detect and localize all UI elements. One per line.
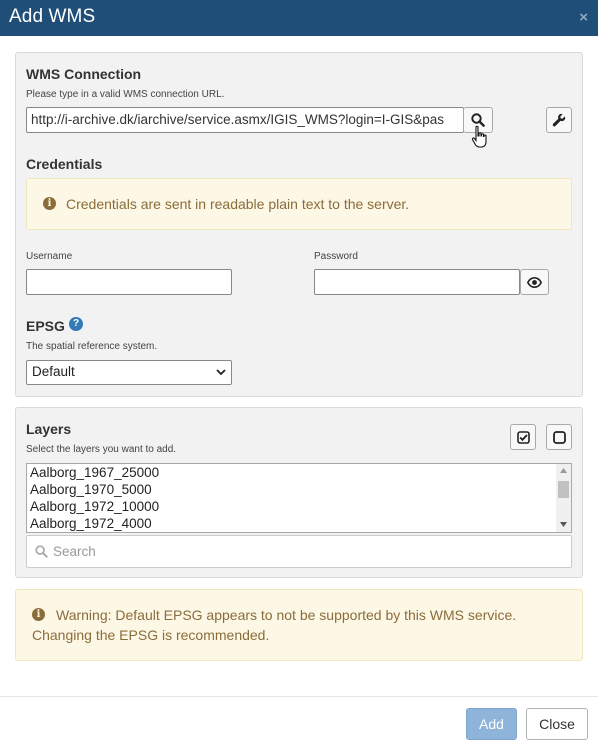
wms-connection-hint: Please type in a valid WMS connection UR… — [26, 89, 225, 100]
wms-connection-heading: WMS Connection — [26, 66, 142, 82]
warning-line-2: Changing the EPSG is recommended. — [32, 627, 270, 643]
credentials-info-alert: i Credentials are sent in readable plain… — [26, 178, 572, 230]
layers-listbox[interactable]: Aalborg_1967_25000 Aalborg_1970_5000 Aal… — [26, 463, 572, 533]
wms-url-input[interactable]: http://i-archive.dk/iarchive/service.asm… — [26, 107, 464, 133]
scrollbar-thumb[interactable] — [558, 481, 569, 498]
credentials-heading: Credentials — [26, 156, 103, 172]
credentials-info-text: Credentials are sent in readable plain t… — [66, 196, 410, 212]
epsg-selected-value: Default — [32, 364, 75, 379]
epsg-select[interactable]: Default — [26, 360, 232, 385]
show-password-button[interactable] — [520, 269, 549, 295]
eye-icon — [527, 276, 542, 288]
layers-heading: Layers — [26, 421, 72, 437]
password-input[interactable] — [314, 269, 520, 295]
layers-panel: Layers Select the layers you want to add… — [15, 407, 583, 578]
layer-list-item[interactable]: Aalborg_1972_10000 — [27, 498, 571, 515]
layers-scrollbar[interactable] — [556, 464, 571, 532]
epsg-hint: The spatial reference system. — [26, 341, 158, 352]
question-circle-icon[interactable]: ? — [69, 317, 83, 331]
close-button[interactable]: Close — [526, 708, 588, 740]
wrench-icon — [552, 113, 566, 127]
layer-search-input[interactable]: Search — [26, 535, 572, 568]
deselect-all-layers-button[interactable] — [546, 424, 572, 450]
dialog-titlebar: Add WMS × — [0, 0, 598, 36]
info-icon: i — [43, 197, 56, 210]
info-icon: i — [32, 608, 45, 621]
add-button[interactable]: Add — [466, 708, 517, 740]
search-icon — [35, 545, 48, 558]
epsg-heading: EPSG — [26, 318, 65, 334]
warning-line-1: Warning: Default EPSG appears to not be … — [56, 607, 517, 623]
pointer-cursor-icon — [471, 125, 487, 148]
check-square-icon — [516, 430, 530, 444]
square-icon — [552, 430, 566, 444]
wms-connection-panel: WMS Connection Please type in a valid WM… — [15, 52, 583, 397]
select-all-layers-button[interactable] — [510, 424, 536, 450]
wms-settings-button[interactable] — [546, 107, 572, 133]
layer-list-item[interactable]: Aalborg_1970_5000 — [27, 481, 571, 498]
layer-search-placeholder: Search — [53, 544, 96, 559]
dialog-title: Add WMS — [9, 6, 96, 27]
layer-list-item[interactable]: Aalborg_1967_25000 — [27, 464, 571, 481]
scroll-up-arrow-icon[interactable] — [560, 468, 567, 473]
layer-list-item[interactable]: Aalborg_1972_4000 — [27, 515, 571, 532]
layers-hint: Select the layers you want to add. — [26, 444, 177, 455]
scroll-down-arrow-icon[interactable] — [560, 522, 567, 527]
close-icon[interactable]: × — [579, 9, 588, 26]
username-label: Username — [26, 251, 73, 262]
chevron-down-icon — [216, 369, 226, 376]
footer-divider — [0, 696, 598, 697]
epsg-warning-alert: i Warning: Default EPSG appears to not b… — [15, 589, 583, 661]
username-input[interactable] — [26, 269, 232, 295]
password-label: Password — [314, 251, 358, 262]
